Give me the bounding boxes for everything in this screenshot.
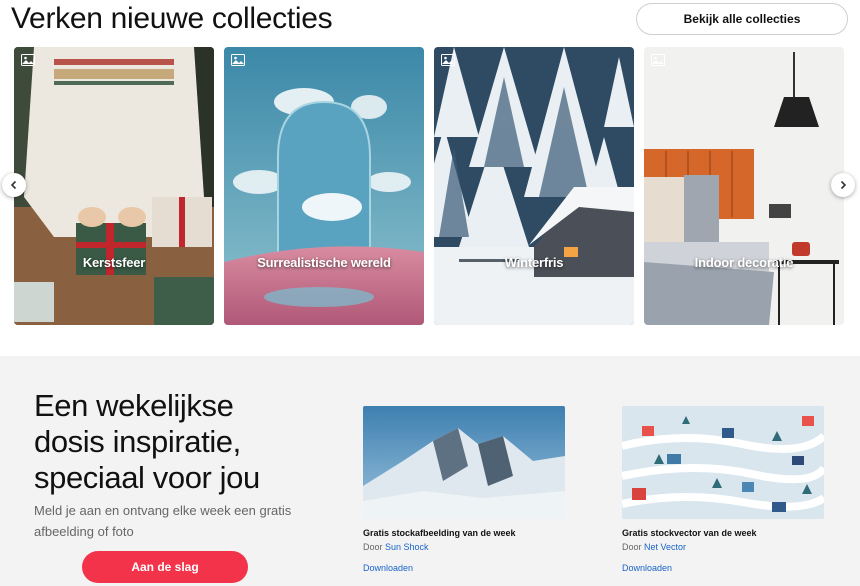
collection-label: Surrealistische wereld <box>257 255 391 270</box>
collection-card-winterfris[interactable]: Winterfris <box>434 47 634 325</box>
weekly-image-thumbnail[interactable] <box>363 406 565 519</box>
newsletter-section: Een wekelijkse dosis inspiratie, speciaa… <box>0 356 860 586</box>
image-icon <box>231 54 245 66</box>
weekly-free-image: Gratis stockafbeelding van de week Door … <box>363 406 565 573</box>
weekly-free-vector: Gratis stockvector van de week Door Net … <box>622 406 824 573</box>
headline-line: Een wekelijkse <box>34 388 234 423</box>
section-title: Verken nieuwe collecties <box>11 2 333 35</box>
headline-line: dosis inspiratie, <box>34 424 241 459</box>
byline-prefix: Door <box>622 542 642 552</box>
collections-section: Verken nieuwe collecties Bekijk alle col… <box>0 0 860 356</box>
collection-label: Kerstsfeer <box>82 255 146 270</box>
image-icon <box>441 54 455 66</box>
collection-image <box>224 47 424 325</box>
weekly-vector-thumbnail[interactable] <box>622 406 824 519</box>
view-all-collections-button[interactable]: Bekijk alle collecties <box>636 3 848 35</box>
author-link[interactable]: Net Vector <box>644 542 686 552</box>
collection-label: Indoor decoratie <box>694 255 794 270</box>
weekly-vector-byline: Door Net Vector <box>622 542 824 552</box>
collection-card-kerstsfeer[interactable]: Kerstsfeer <box>14 47 214 325</box>
winter-village-vector <box>622 406 824 519</box>
mountain-image <box>363 406 565 519</box>
carousel-next-button[interactable] <box>831 173 855 197</box>
get-started-button[interactable]: Aan de slag <box>82 551 248 583</box>
collection-card-indoor-decoratie[interactable]: Indoor decoratie <box>644 47 844 325</box>
newsletter-headline: Een wekelijkse dosis inspiratie, speciaa… <box>34 388 260 496</box>
image-icon <box>21 54 35 66</box>
download-link[interactable]: Downloaden <box>363 563 565 573</box>
collection-image <box>644 47 844 325</box>
weekly-image-title: Gratis stockafbeelding van de week <box>363 528 516 538</box>
collection-card-surrealistische-wereld[interactable]: Surrealistische wereld <box>224 47 424 325</box>
chevron-right-icon <box>840 180 847 190</box>
carousel-prev-button[interactable] <box>2 173 26 197</box>
newsletter-subtitle: Meld je aan en ontvang elke week een gra… <box>34 503 292 539</box>
weekly-vector-title: Gratis stockvector van de week <box>622 528 757 538</box>
headline-line: speciaal voor jou <box>34 460 260 495</box>
byline-prefix: Door <box>363 542 383 552</box>
chevron-left-icon <box>10 180 17 190</box>
weekly-image-byline: Door Sun Shock <box>363 542 565 552</box>
download-link[interactable]: Downloaden <box>622 563 824 573</box>
author-link[interactable]: Sun Shock <box>385 542 429 552</box>
collection-image <box>14 47 214 325</box>
collection-image <box>434 47 634 325</box>
collection-label: Winterfris <box>504 255 564 270</box>
image-icon <box>651 54 665 66</box>
